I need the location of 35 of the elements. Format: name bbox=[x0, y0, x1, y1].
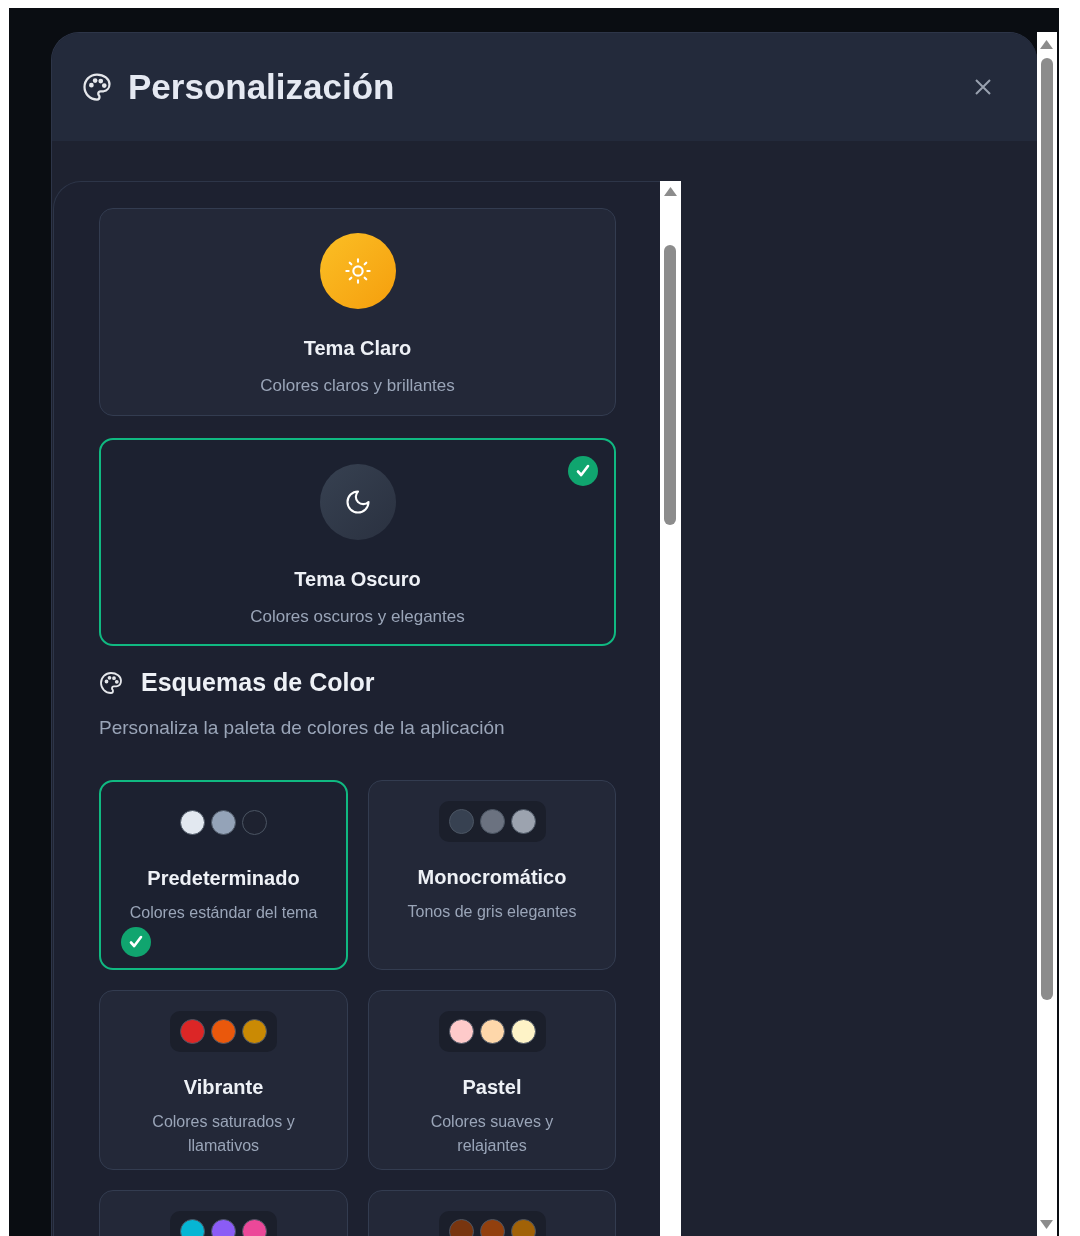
color-scheme-card[interactable]: Predeterminado Colores estándar del tema bbox=[99, 780, 348, 970]
section-description: Personaliza la paleta de colores de la aplicación bbox=[99, 715, 506, 740]
palette-icon bbox=[82, 72, 112, 102]
close-icon bbox=[973, 77, 993, 97]
scrollbar-thumb[interactable] bbox=[664, 245, 676, 525]
sun-icon bbox=[343, 257, 372, 285]
scroll-down-arrow-icon[interactable] bbox=[1040, 1220, 1053, 1229]
theme-card[interactable]: Tema Oscuro Colores oscuros y elegantes bbox=[99, 438, 616, 646]
color-scheme-card[interactable]: Monocromático Tonos de gris elegantes bbox=[368, 780, 616, 970]
check-icon bbox=[575, 463, 591, 479]
palette-icon bbox=[99, 670, 123, 695]
scheme-description: Tonos de gris elegantes bbox=[407, 902, 577, 922]
color-scheme-card[interactable]: Vibrante Colores saturados y llamativos bbox=[99, 990, 348, 1170]
scheme-description: Colores saturados y llamativos bbox=[151, 1112, 296, 1156]
section-title: Esquemas de Color bbox=[141, 667, 375, 698]
moon-icon bbox=[343, 488, 372, 516]
scroll-up-arrow-icon[interactable] bbox=[1040, 40, 1053, 49]
theme-card[interactable]: Tema Claro Colores claros y brillantes bbox=[99, 208, 616, 416]
dialog-title: Personalización bbox=[128, 65, 395, 108]
scheme-title: Predeterminado bbox=[147, 866, 300, 891]
theme-description: Colores claros y brillantes bbox=[260, 375, 455, 397]
scheme-description: Colores suaves y relajantes bbox=[429, 1112, 555, 1156]
scroll-up-arrow-icon[interactable] bbox=[664, 187, 677, 196]
theme-description: Colores oscuros y elegantes bbox=[250, 606, 465, 628]
scheme-title: Monocromático bbox=[417, 865, 567, 890]
color-scheme-card[interactable]: Pastel Colores suaves y relajantes bbox=[368, 990, 616, 1170]
page-scrollbar[interactable] bbox=[1037, 32, 1057, 1236]
scheme-title: Pastel bbox=[462, 1075, 522, 1100]
scheme-description: Colores estándar del tema bbox=[129, 903, 318, 923]
scrollbar-thumb[interactable] bbox=[1041, 58, 1053, 1000]
theme-title: Tema Claro bbox=[303, 336, 412, 361]
theme-title: Tema Oscuro bbox=[294, 567, 421, 592]
check-icon bbox=[128, 934, 144, 950]
scrollbar[interactable] bbox=[660, 181, 681, 1236]
scheme-title: Vibrante bbox=[183, 1075, 264, 1100]
